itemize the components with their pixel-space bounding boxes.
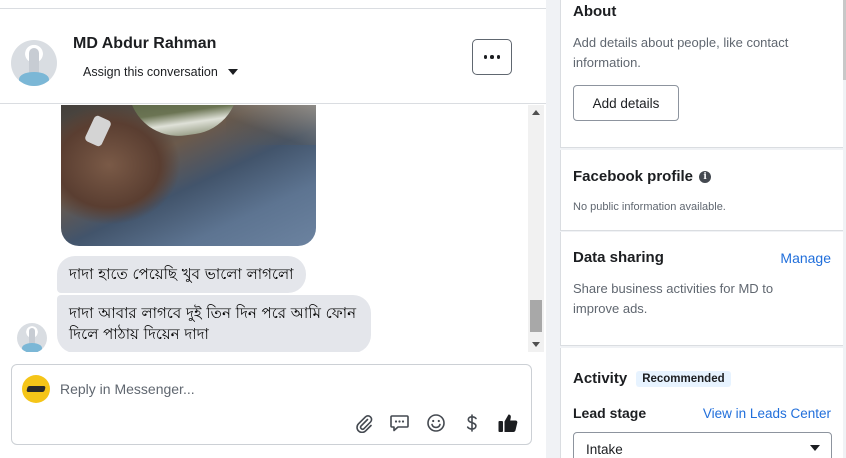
conversation-header: MD Abdur Rahman Assign this conversation <box>0 8 546 104</box>
activity-title: Activity <box>573 370 628 387</box>
scroll-thumb[interactable] <box>530 300 542 332</box>
data-sharing-description: Share business activities for MD to impr… <box>573 281 774 316</box>
message-bubble: দাদা হাতে পেয়েছি খুব ভালো লাগলো <box>57 256 306 293</box>
saved-reply-icon[interactable] <box>388 411 411 435</box>
facebook-profile-heading: Facebook profile i <box>573 168 712 185</box>
lead-stage-value: Intake <box>586 442 623 457</box>
sender-avatar <box>17 323 47 352</box>
thumbs-up-icon[interactable] <box>496 411 519 435</box>
facebook-profile-description: No public information available. <box>573 201 726 213</box>
manage-link[interactable]: Manage <box>780 250 831 266</box>
add-details-button[interactable]: Add details <box>573 85 679 121</box>
activity-card: Activity Recommended Lead stage View in … <box>560 348 843 458</box>
emoji-icon[interactable] <box>424 411 447 435</box>
dollar-icon[interactable] <box>460 411 483 435</box>
activity-heading: Activity Recommended <box>573 370 731 387</box>
dot-icon <box>483 55 488 59</box>
thread-scrollbar[interactable] <box>528 105 544 352</box>
facebook-profile-card: Facebook profile i No public information… <box>560 150 843 231</box>
data-sharing-card: Data sharing Manage Share business activ… <box>560 232 843 346</box>
lead-stage-label: Lead stage <box>573 405 647 421</box>
dot-icon <box>490 55 494 59</box>
assign-conversation-dropdown[interactable]: Assign this conversation <box>83 65 238 79</box>
dot-icon <box>496 55 501 59</box>
conversation-panel: MD Abdur Rahman Assign this conversation… <box>0 0 546 458</box>
contact-avatar[interactable] <box>11 40 57 86</box>
about-card: About Add details about people, like con… <box>560 0 843 148</box>
contact-details-sidebar: About Add details about people, like con… <box>546 0 846 458</box>
about-description: Add details about people, like contact i… <box>573 35 789 70</box>
lead-stage-select[interactable]: Intake <box>573 432 832 458</box>
about-title: About <box>573 3 617 20</box>
message-bubble: দাদা আবার লাগবে দুই তিন দিন পরে আমি ফোন … <box>57 295 371 352</box>
reply-composer <box>11 364 532 445</box>
contact-name[interactable]: MD Abdur Rahman <box>73 35 216 53</box>
data-sharing-title: Data sharing <box>573 249 664 266</box>
scroll-up-arrow-icon[interactable] <box>532 110 540 115</box>
more-options-button[interactable] <box>472 39 512 75</box>
image-message[interactable] <box>61 105 316 246</box>
paperclip-icon[interactable] <box>352 411 375 435</box>
facebook-profile-title: Facebook profile <box>573 168 694 185</box>
reply-input[interactable] <box>60 379 360 399</box>
composer-toolbar <box>352 411 519 435</box>
info-icon[interactable]: i <box>699 170 712 183</box>
assign-label: Assign this conversation <box>83 65 218 79</box>
message-thread: দাদা হাতে পেয়েছি খুব ভালো লাগলো দাদা আব… <box>0 105 528 352</box>
chevron-down-icon <box>810 445 820 451</box>
page-logo-icon <box>22 375 50 403</box>
inbox-window: MD Abdur Rahman Assign this conversation… <box>0 0 846 458</box>
scroll-down-arrow-icon[interactable] <box>532 342 540 347</box>
recommended-badge: Recommended <box>636 370 731 387</box>
chevron-down-icon <box>227 69 238 75</box>
view-in-leads-center-link[interactable]: View in Leads Center <box>703 406 831 421</box>
